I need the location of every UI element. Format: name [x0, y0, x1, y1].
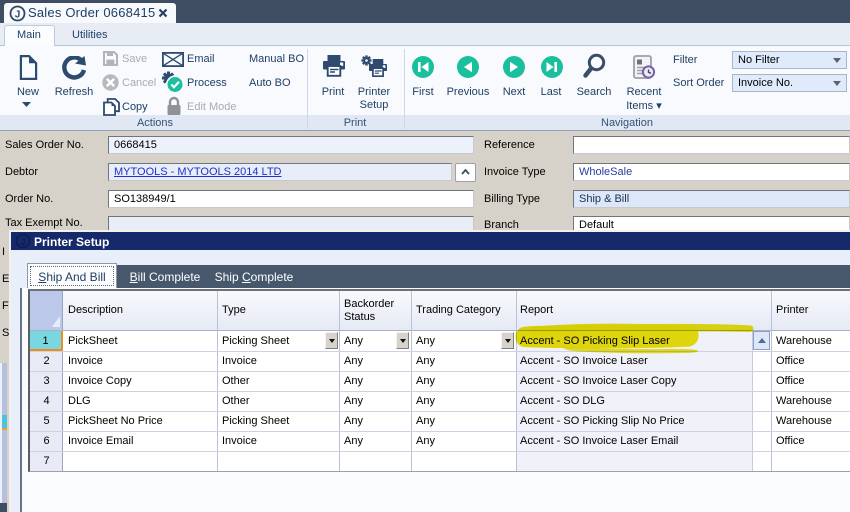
svg-text:J: J: [15, 10, 21, 21]
svg-text:J: J: [20, 237, 25, 247]
